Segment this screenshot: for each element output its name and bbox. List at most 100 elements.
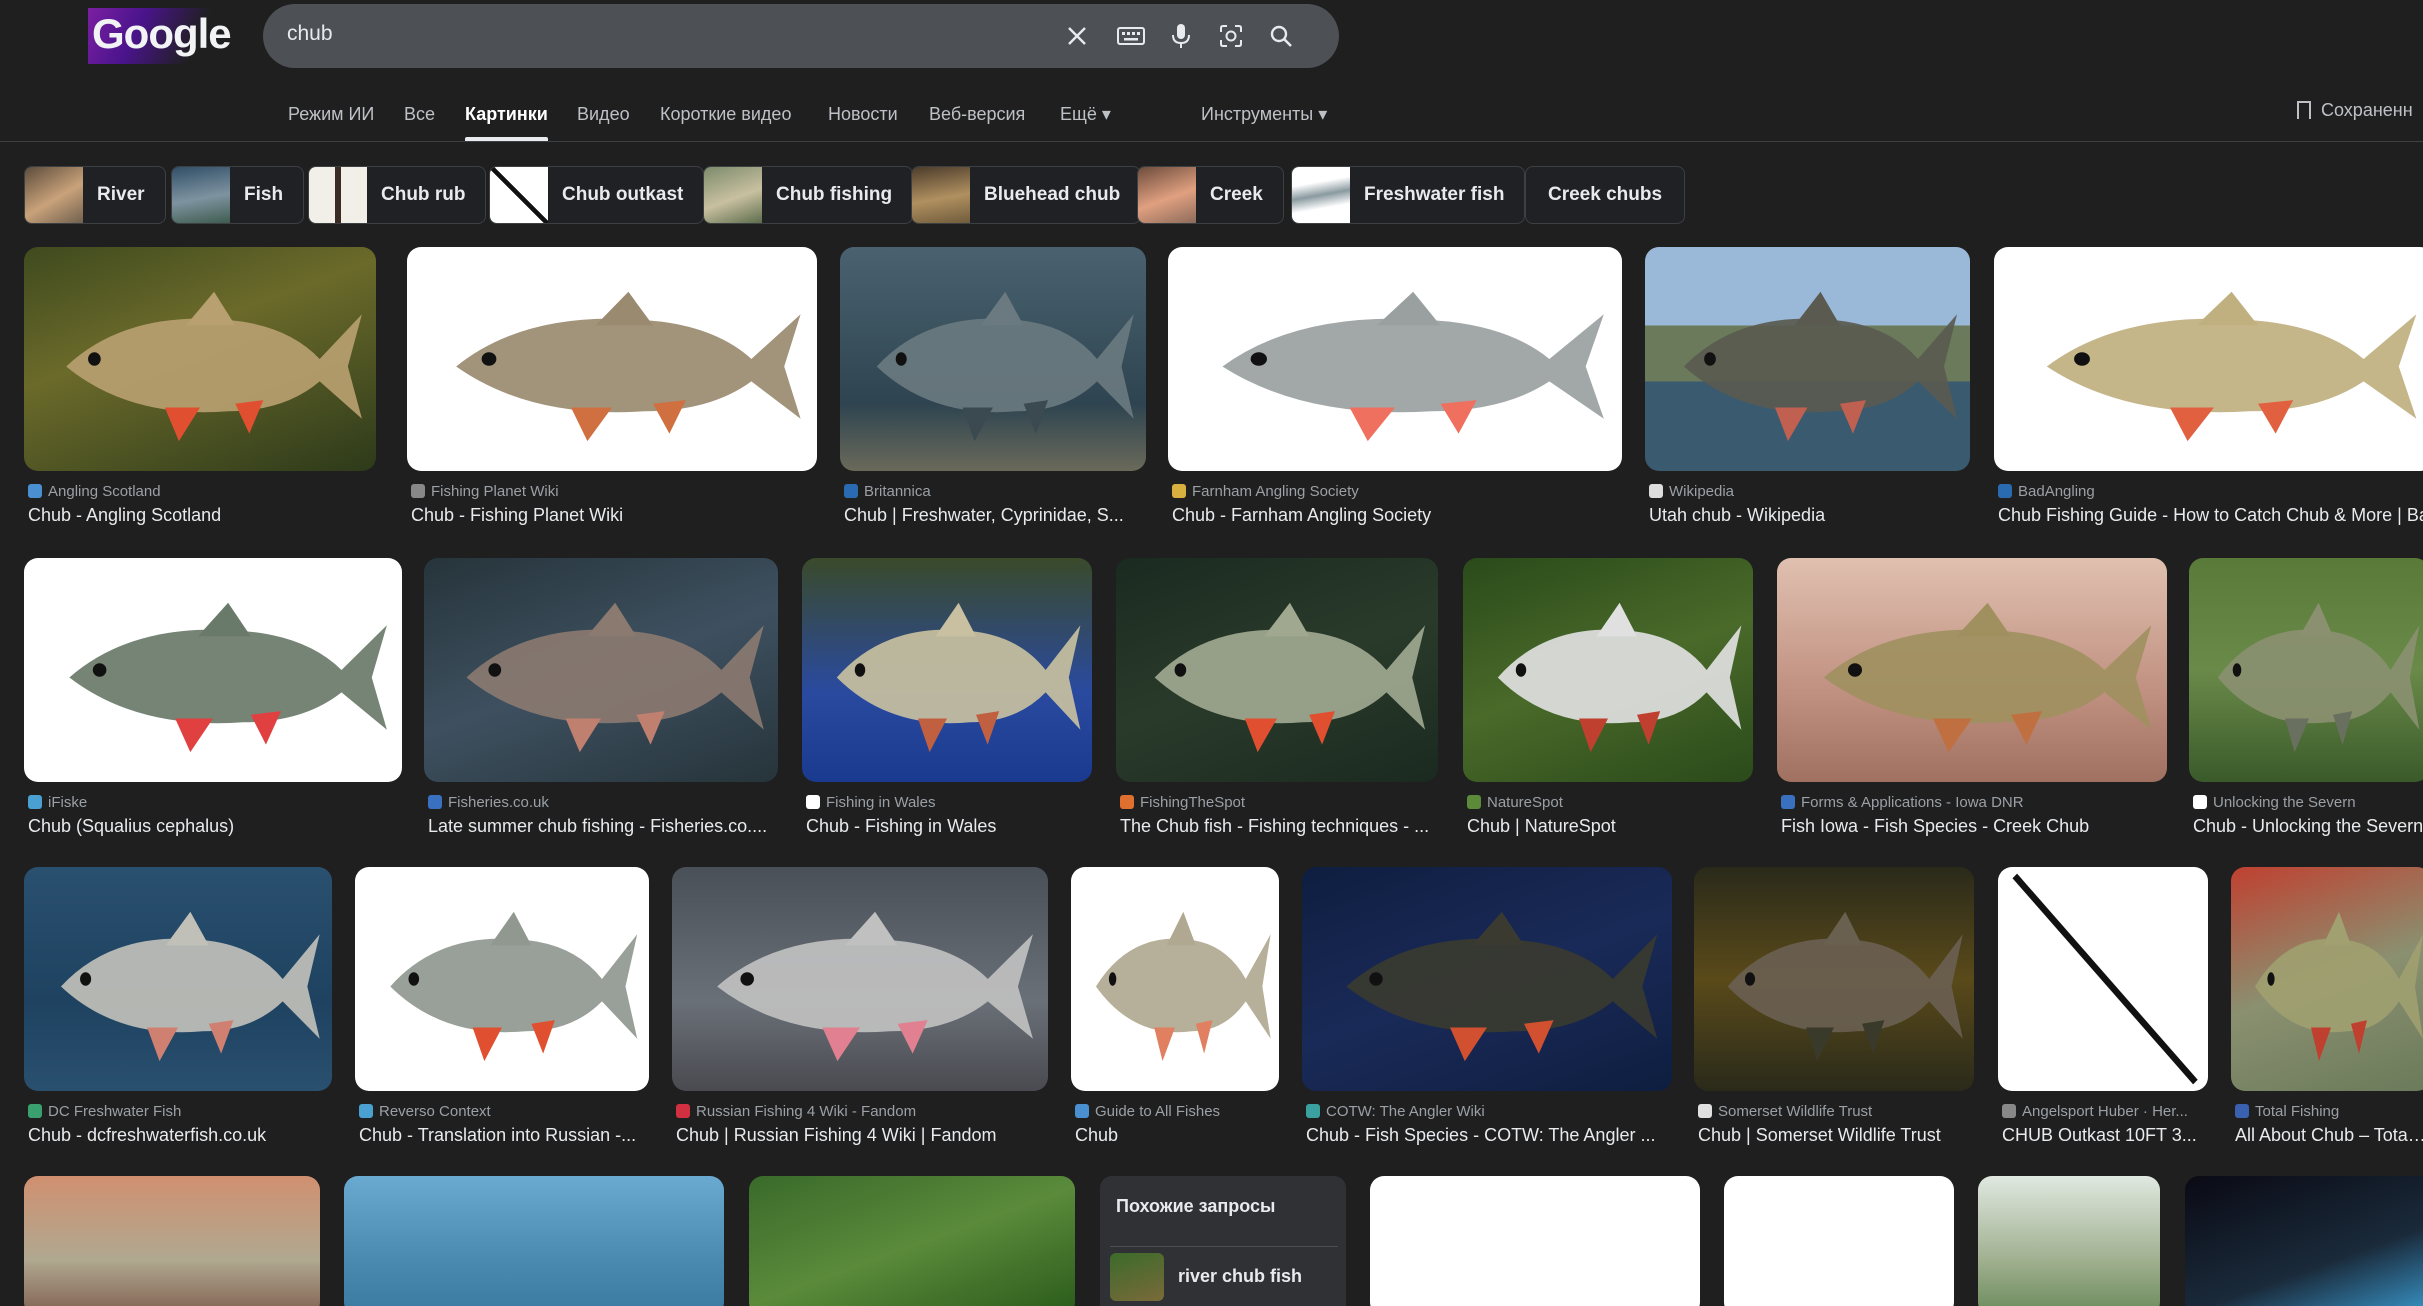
result-title[interactable]: Chub - Angling Scotland xyxy=(28,505,372,526)
source-name: Fisheries.co.uk xyxy=(448,794,549,811)
result-title[interactable]: Chub - Unlocking the Severn xyxy=(2193,816,2423,837)
result-thumbnail[interactable] xyxy=(24,867,332,1091)
result-title[interactable]: Chub | NatureSpot xyxy=(1467,816,1749,837)
result-thumbnail[interactable] xyxy=(1302,867,1672,1091)
tab-ai-mode[interactable]: Режим ИИ xyxy=(288,104,374,125)
result-source: Angling Scotland xyxy=(28,483,372,500)
result-source: NatureSpot xyxy=(1467,794,1749,811)
search-box[interactable]: chub xyxy=(263,4,1339,68)
tools-button[interactable]: Инструменты ▾ xyxy=(1201,104,1327,125)
keyboard-icon[interactable] xyxy=(1113,18,1149,54)
result-thumbnail[interactable] xyxy=(1694,867,1974,1091)
result-thumbnail[interactable] xyxy=(24,558,402,782)
result-title[interactable]: Chub xyxy=(1075,1125,1275,1146)
result-title[interactable]: Chub - Translation into Russian -... xyxy=(359,1125,645,1146)
chip-river[interactable]: River xyxy=(24,166,166,224)
tab-all[interactable]: Все xyxy=(404,104,435,125)
tab-more[interactable]: Ещё ▾ xyxy=(1060,104,1111,125)
google-logo[interactable]: Google xyxy=(92,10,232,58)
result-title[interactable]: CHUB Outkast 10FT 3... xyxy=(2002,1125,2204,1146)
result-title[interactable]: Chub - Fishing Planet Wiki xyxy=(411,505,813,526)
result-thumbnail[interactable] xyxy=(24,247,376,471)
chip-chub-rub[interactable]: Chub rub xyxy=(308,166,487,224)
chip-chub-fishing[interactable]: Chub fishing xyxy=(703,166,914,224)
result-thumbnail[interactable] xyxy=(355,867,649,1091)
result-thumbnail[interactable] xyxy=(1168,247,1622,471)
result-thumbnail[interactable] xyxy=(1463,558,1753,782)
result-title[interactable]: Fish Iowa - Fish Species - Creek Chub xyxy=(1781,816,2163,837)
fish-illustration xyxy=(2217,602,2420,753)
result-title[interactable]: Utah chub - Wikipedia xyxy=(1649,505,1966,526)
result-title[interactable]: Chub (Squalius cephalus) xyxy=(28,816,398,837)
fish-illustration xyxy=(1346,911,1658,1062)
result-title[interactable]: Chub | Russian Fishing 4 Wiki | Fandom xyxy=(676,1125,1044,1146)
source-name: Angling Scotland xyxy=(48,483,161,500)
result-thumbnail[interactable] xyxy=(424,558,778,782)
result-thumbnail[interactable] xyxy=(1071,867,1279,1091)
chip-label: Bluehead chub xyxy=(984,184,1121,205)
chip-thumbnail xyxy=(1292,167,1350,223)
clear-icon[interactable] xyxy=(1059,18,1095,54)
result-thumbnail[interactable] xyxy=(24,1176,320,1306)
result-title[interactable]: Chub | Freshwater, Cyprinidae, S... xyxy=(844,505,1142,526)
fish-illustration xyxy=(836,602,1081,753)
result-thumbnail[interactable] xyxy=(1116,558,1438,782)
search-icon[interactable] xyxy=(1263,18,1299,54)
result-thumbnail[interactable] xyxy=(1998,867,2208,1091)
result-title[interactable]: Late summer chub fishing - Fisheries.co.… xyxy=(428,816,774,837)
saved-button[interactable]: Сохраненн xyxy=(2297,100,2413,121)
microphone-icon[interactable] xyxy=(1163,18,1199,54)
result-title[interactable]: Chub Fishing Guide - How to Catch Chub &… xyxy=(1998,505,2423,526)
result-title[interactable]: Chub - Fishing in Wales xyxy=(806,816,1088,837)
result-thumbnail[interactable] xyxy=(2189,558,2423,782)
result-title[interactable]: All About Chub – Total F xyxy=(2235,1125,2423,1146)
site-favicon-icon xyxy=(1172,484,1186,498)
tab-short-videos[interactable]: Короткие видео xyxy=(660,104,791,125)
related-search-item[interactable]: river chub fish xyxy=(1110,1246,1338,1306)
result-source: iFiske xyxy=(28,794,398,811)
result-thumbnail[interactable] xyxy=(344,1176,724,1306)
chip-label: Creek xyxy=(1210,184,1263,205)
result-thumbnail[interactable] xyxy=(2185,1176,2423,1306)
chip-thumbnail xyxy=(704,167,762,223)
source-name: FishingTheSpot xyxy=(1140,794,1246,811)
tab-images[interactable]: Картинки xyxy=(465,104,548,125)
result-thumbnail[interactable] xyxy=(2231,867,2423,1091)
chip-label: River xyxy=(97,184,145,205)
result-thumbnail[interactable] xyxy=(840,247,1146,471)
fish-illustration xyxy=(2046,291,2417,442)
result-title[interactable]: Chub - dcfreshwaterfish.co.uk xyxy=(28,1125,328,1146)
result-title[interactable]: Chub | Somerset Wildlife Trust xyxy=(1698,1125,1970,1146)
chip-fish[interactable]: Fish xyxy=(171,166,305,224)
result-thumbnail[interactable] xyxy=(802,558,1092,782)
chip-thumbnail xyxy=(25,167,83,223)
source-name: Wikipedia xyxy=(1669,483,1735,500)
tab-videos[interactable]: Видео xyxy=(577,104,630,125)
result-thumbnail[interactable] xyxy=(407,247,817,471)
chip-freshwater-fish[interactable]: Freshwater fish xyxy=(1291,166,1526,224)
search-input[interactable]: chub xyxy=(287,22,333,46)
camera-lens-icon[interactable] xyxy=(1213,18,1249,54)
result-thumbnail[interactable] xyxy=(1777,558,2167,782)
result-title[interactable]: Chub - Fish Species - COTW: The Angler .… xyxy=(1306,1125,1668,1146)
result-thumbnail[interactable] xyxy=(1994,247,2423,471)
site-favicon-icon xyxy=(1120,795,1134,809)
site-favicon-icon xyxy=(806,795,820,809)
chip-creek-chubs[interactable]: Creek chubs xyxy=(1525,166,1686,224)
chip-bluehead-chub[interactable]: Bluehead chub xyxy=(911,166,1142,224)
chip-creek[interactable]: Creek xyxy=(1137,166,1284,224)
result-thumbnail[interactable] xyxy=(1978,1176,2160,1306)
result-thumbnail[interactable] xyxy=(1370,1176,1700,1306)
result-thumbnail[interactable] xyxy=(1724,1176,1954,1306)
tab-web[interactable]: Веб-версия xyxy=(929,104,1025,125)
result-thumbnail[interactable] xyxy=(1645,247,1970,471)
tab-news[interactable]: Новости xyxy=(828,104,898,125)
result-title[interactable]: Chub - Farnham Angling Society xyxy=(1172,505,1618,526)
result-title[interactable]: The Chub fish - Fishing techniques - ... xyxy=(1120,816,1434,837)
fish-illustration xyxy=(69,602,387,753)
result-thumbnail[interactable] xyxy=(672,867,1048,1091)
fish-illustration xyxy=(717,911,1033,1062)
result-thumbnail[interactable] xyxy=(749,1176,1075,1306)
chip-chub-outkast[interactable]: Chub outkast xyxy=(489,166,705,224)
chip-label: Chub rub xyxy=(381,184,466,205)
